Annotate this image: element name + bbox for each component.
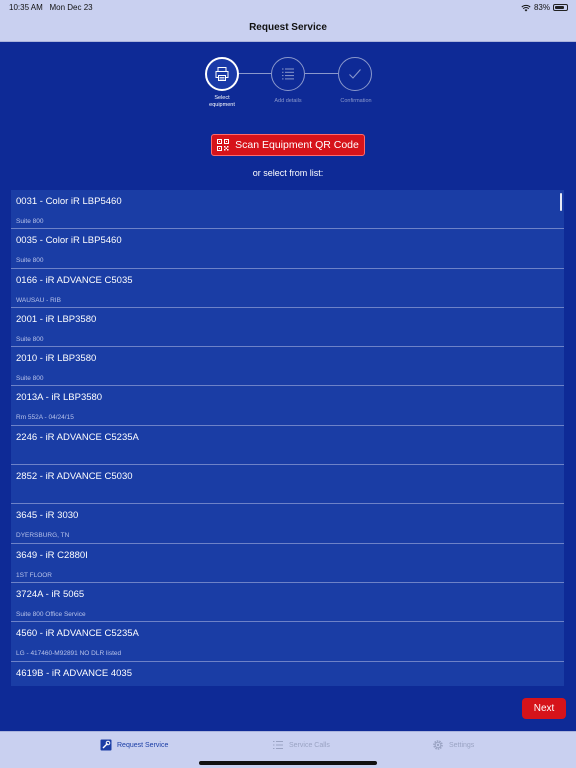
page-title: Request Service [249,22,327,33]
tab-label: Settings [449,741,475,749]
equipment-location: Suite 800 Office Service [16,610,86,618]
scrollbar[interactable] [560,193,562,211]
equipment-title: 2010 - iR LBP3580 [16,353,97,365]
tab-service-calls[interactable]: Service Calls [272,739,330,751]
step-select-equipment [205,57,239,91]
equipment-location: Suite 800 [16,257,44,265]
equipment-title: 3649 - iR C2880I [16,549,88,561]
equipment-location: Suite 800 [16,335,44,343]
equipment-title: 4619B - iR ADVANCE 4035 [16,667,132,679]
list-icon [282,68,294,80]
step-label-line: equipment [209,102,235,109]
list-item[interactable]: 3649 - iR C2880I 1ST FLOOR [11,544,564,583]
tab-bar: Request Service Service Calls Settings [0,731,576,768]
step-label-line: Select [214,95,230,101]
equipment-list[interactable]: 0031 - Color iR LBP5460 Suite 800 0035 - C… [11,190,564,686]
tab-label: Service Calls [289,741,330,749]
list-item[interactable]: 2852 - iR ADVANCE C5030 [11,465,564,505]
step-label-line: Confirmation [340,98,372,104]
equipment-title: 2246 - iR ADVANCE C5235A [16,431,139,443]
next-button[interactable]: Next [522,698,566,719]
list-item[interactable]: 0166 - iR ADVANCE C5035 WAUSAU - RIB [11,269,564,308]
tab-settings[interactable]: Settings [432,739,474,751]
list-item[interactable]: 4560 - iR ADVANCE C5235A LG - 417460-M928… [11,622,564,662]
equipment-location: Suite 800 [16,218,44,225]
equipment-title: 3645 - iR 3030 [16,510,79,522]
nav-bar: Request Service [0,14,576,42]
scan-qr-label: Scan Equipment QR Code [235,139,359,151]
list-item[interactable]: 0031 - Color iR LBP5460 Suite 800 [11,190,564,230]
equipment-title: 2001 - iR LBP3580 [16,313,97,325]
list-item[interactable]: 2010 - iR LBP3580 Suite 800 [11,347,564,387]
equipment-location: LG - 417460-M92891 NO DLR listed [16,650,122,658]
equipment-location: 1ST FLOOR [16,571,53,579]
step-label-add-details: Add details [253,98,323,105]
equipment-title: 0031 - Color iR LBP5460 [16,196,122,207]
equipment-title: 3724A - iR 5065 [16,588,85,600]
equipment-location: Rm 552A - 04/24/15 [16,414,74,422]
battery-percent: 83% [533,3,550,12]
battery-fill [555,6,565,9]
step-add-details [271,57,305,91]
equipment-title: 0166 - iR ADVANCE C5035 [16,274,133,286]
list-item[interactable]: 3645 - iR 3030 DYERSBURG, TN [11,504,564,544]
step-label-confirmation: Confirmation [321,98,391,105]
tab-label: Request Service [117,741,169,749]
gear-icon [433,740,443,750]
step-label-select-equipment: Select equipment [187,95,257,109]
step-label-line: Add details [274,98,302,104]
status-right: 83% [521,3,568,12]
status-date: Mon Dec 23 [49,3,93,12]
checkmark-icon [349,69,361,79]
equipment-title: 4560 - iR ADVANCE C5235A [16,628,139,640]
next-label: Next [533,703,555,714]
or-select-label: or select from list: [252,168,324,178]
scan-qr-button[interactable]: Scan Equipment QR Code [211,134,365,156]
status-time-date: 10:35 AM Mon Dec 23 [9,3,93,12]
tab-request-service[interactable]: Request Service [100,739,168,751]
step-connector [305,73,338,74]
list-icon [273,741,283,749]
equipment-location: DYERSBURG, TN [16,532,70,540]
list-item[interactable]: 0035 - Color iR LBP5460 Suite 800 [11,229,564,269]
equipment-location: WAUSAU - RIB [16,296,61,304]
qr-code-icon [217,139,230,151]
progress-stepper: Select equipment Add details Confirmatio… [0,57,576,113]
home-indicator[interactable] [199,761,377,765]
battery-icon [553,4,568,11]
printer-icon [215,67,229,81]
wrench-icon [100,739,112,751]
list-item[interactable]: 4619B - iR ADVANCE 4035 [11,662,564,686]
equipment-title: 2852 - iR ADVANCE C5030 [16,471,133,483]
status-bar: 10:35 AM Mon Dec 23 83% [0,0,576,14]
list-item[interactable]: 2013A - iR LBP3580 Rm 552A - 04/24/15 [11,386,564,426]
list-item[interactable]: 2001 - iR LBP3580 Suite 800 [11,308,564,348]
step-confirmation [338,57,372,91]
list-item[interactable]: 2246 - iR ADVANCE C5235A [11,426,564,466]
list-item[interactable]: 3724A - iR 5065 Suite 800 Office Service [11,583,564,623]
step-connector [238,73,271,74]
equipment-title: 2013A - iR LBP3580 [16,392,103,404]
wifi-icon [521,4,531,11]
status-time: 10:35 AM [9,3,43,12]
equipment-location: Suite 800 [16,375,44,383]
equipment-title: 0035 - Color iR LBP5460 [16,235,122,247]
